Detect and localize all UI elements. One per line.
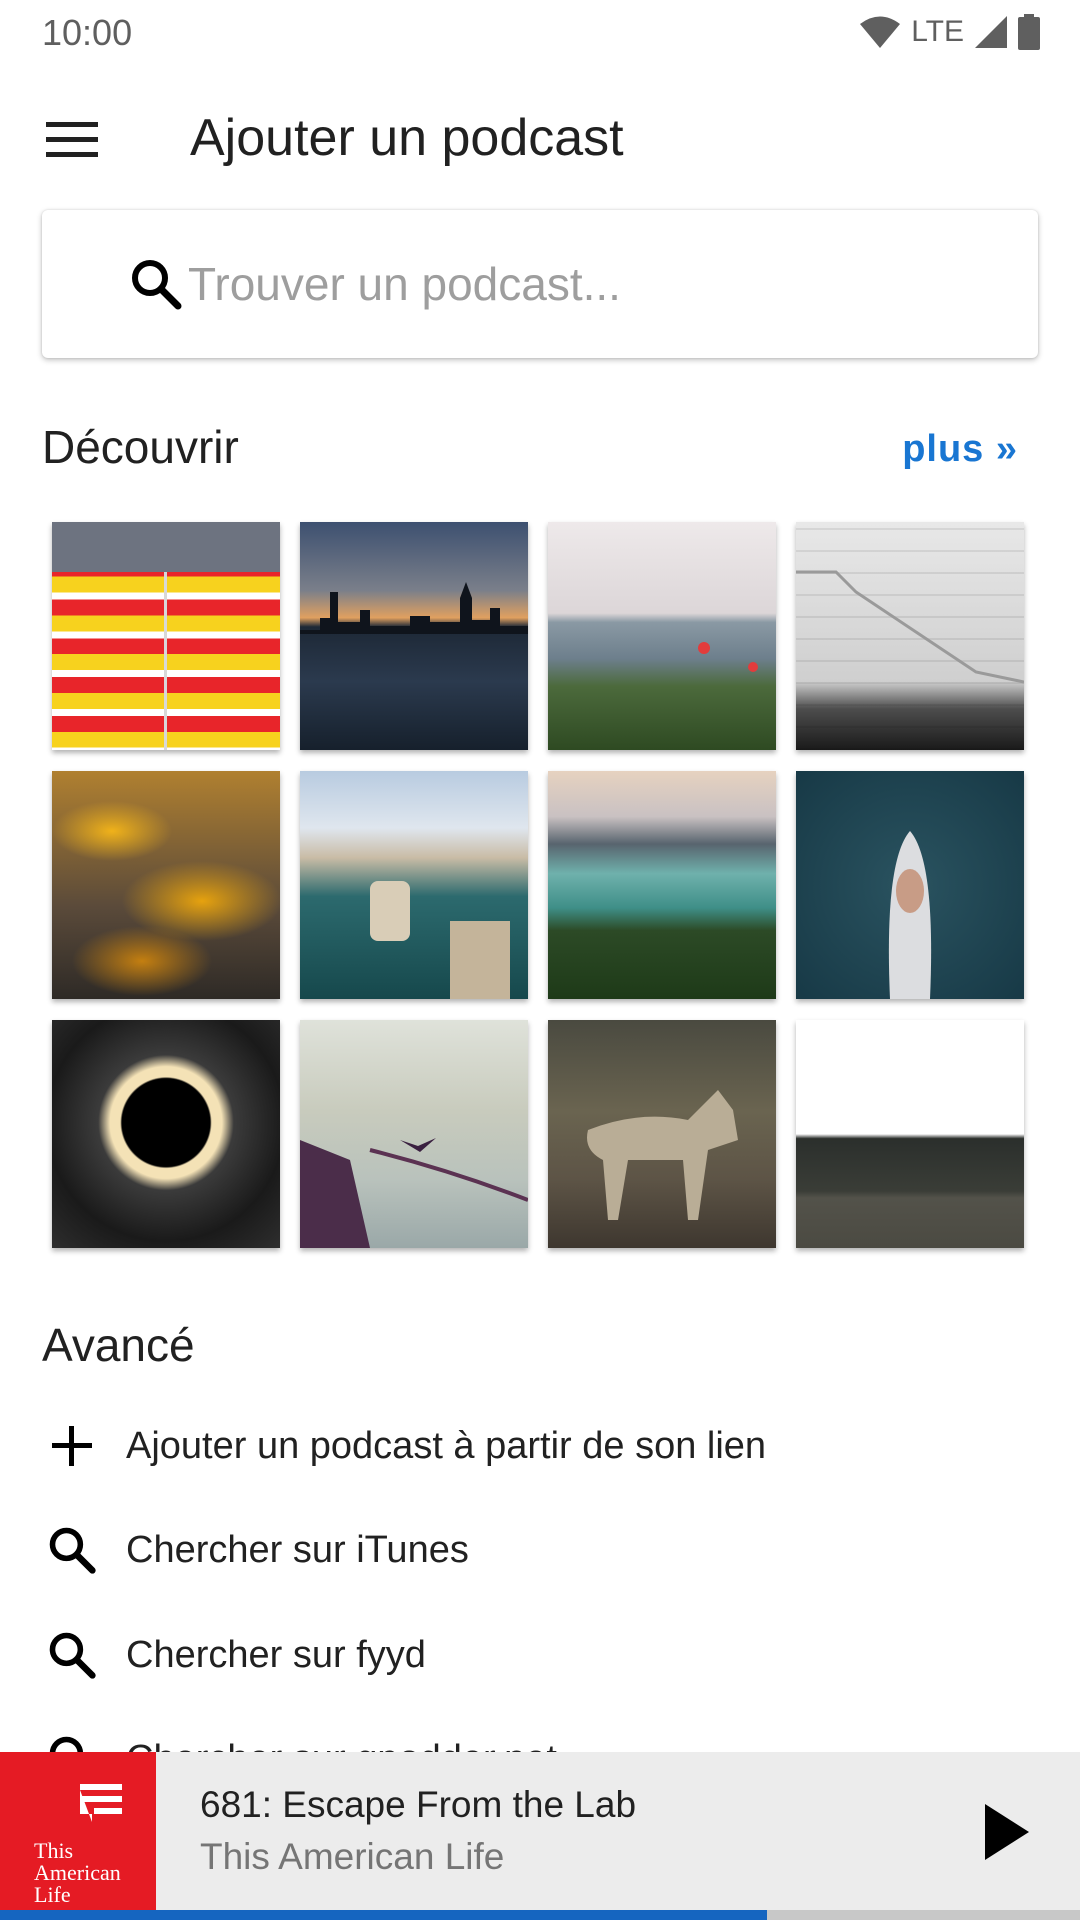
page-title: Ajouter un podcast xyxy=(190,109,624,167)
podcast-tile[interactable] xyxy=(42,763,280,1012)
podcast-cover-city-skyline xyxy=(300,522,528,750)
app-bar: Ajouter un podcast xyxy=(0,64,1080,212)
search-box[interactable] xyxy=(42,210,1038,358)
battery-icon xyxy=(1018,14,1040,50)
network-type: LTE xyxy=(911,15,964,48)
wifi-icon xyxy=(860,16,901,48)
discover-title: Découvrir xyxy=(42,421,239,473)
status-time: 10:00 xyxy=(42,12,133,53)
search-input[interactable] xyxy=(188,240,1008,328)
logo-text-life: Life xyxy=(34,1882,71,1907)
menu-button[interactable] xyxy=(36,104,108,176)
search-icon xyxy=(128,256,184,312)
podcast-cover-light-circle xyxy=(52,1020,280,1248)
podcast-cover-striped-wall xyxy=(52,522,280,750)
podcast-tile[interactable] xyxy=(538,763,776,1012)
search-icon xyxy=(44,1627,100,1683)
podcast-tile[interactable] xyxy=(538,514,776,763)
podcast-tile[interactable] xyxy=(290,514,528,763)
search-fyyd-item[interactable]: Chercher sur fyyd xyxy=(0,1603,1080,1707)
podcast-cover-stone-steps xyxy=(796,522,1024,750)
podcast-tile[interactable] xyxy=(290,1012,528,1261)
search-fyyd-label: Chercher sur fyyd xyxy=(126,1633,426,1676)
discover-grid xyxy=(42,514,1038,1261)
podcast-cover-boat-and-bird xyxy=(300,1020,528,1248)
search-itunes-label: Chercher sur iTunes xyxy=(126,1528,469,1571)
discover-more-link[interactable]: plus » xyxy=(902,428,1018,471)
play-button[interactable] xyxy=(970,1796,1042,1868)
plus-icon xyxy=(44,1418,100,1474)
add-podcast-by-url-label: Ajouter un podcast à partir de son lien xyxy=(126,1424,767,1467)
playback-progress-fill xyxy=(0,1910,767,1920)
episode-title: 681: Escape From the Lab xyxy=(200,1784,637,1825)
podcast-tile[interactable] xyxy=(290,763,528,1012)
episode-artwork: This American Life xyxy=(0,1752,156,1920)
podcast-cover-boat-aerial xyxy=(796,771,1024,999)
podcast-tile[interactable] xyxy=(538,1012,776,1261)
search-itunes-item[interactable]: Chercher sur iTunes xyxy=(0,1498,1080,1602)
podcast-cover-coyote xyxy=(548,1020,776,1248)
podcast-tile[interactable] xyxy=(786,514,1024,763)
add-podcast-by-url-item[interactable]: Ajouter un podcast à partir de son lien xyxy=(0,1394,1080,1498)
menu-icon xyxy=(46,122,98,157)
play-icon xyxy=(985,1804,1029,1860)
podcast-cover-autumn-leaves xyxy=(52,771,280,999)
this-american-life-logo: This American Life xyxy=(34,1784,122,1907)
podcast-cover-seaside-flowers xyxy=(548,522,776,750)
status-icons: LTE xyxy=(859,12,1040,52)
advanced-title: Avancé xyxy=(42,1319,195,1371)
podcast-cover-forest-horizon xyxy=(796,1020,1024,1248)
mini-player[interactable]: This American Life 681: Escape From the … xyxy=(0,1752,1080,1920)
status-bar: 10:00 LTE xyxy=(0,0,1080,64)
search-icon xyxy=(44,1522,100,1578)
podcast-tile[interactable] xyxy=(42,514,280,763)
podcast-tile[interactable] xyxy=(786,1012,1024,1261)
podcast-cover-mountain-lake xyxy=(548,771,776,999)
podcast-tile[interactable] xyxy=(42,1012,280,1261)
podcast-name: This American Life xyxy=(200,1836,505,1877)
podcast-cover-sea-cliffs xyxy=(300,771,528,999)
signal-icon xyxy=(975,16,1007,48)
playback-progress-bar[interactable] xyxy=(0,1910,1080,1920)
podcast-tile[interactable] xyxy=(786,763,1024,1012)
